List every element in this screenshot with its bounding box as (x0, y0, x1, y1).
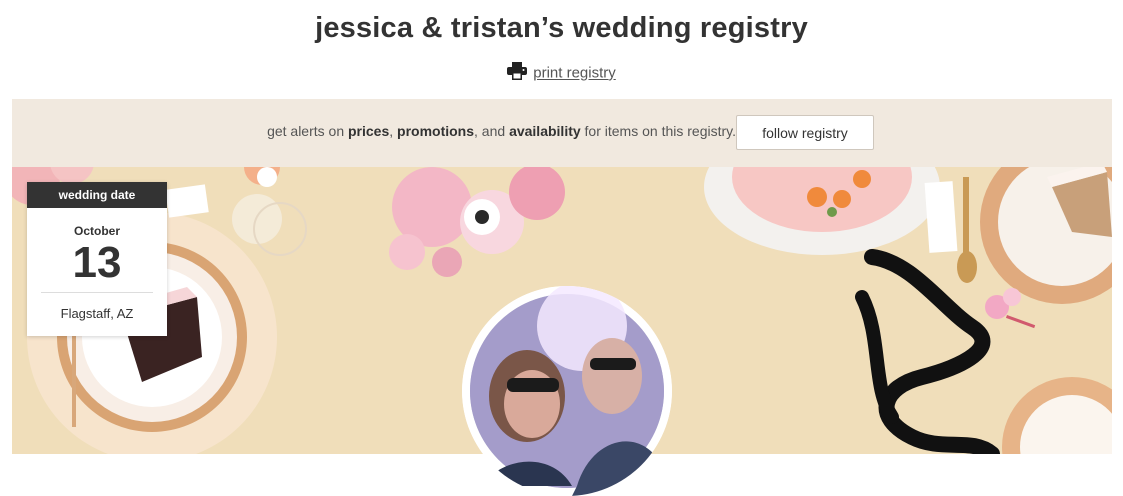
alert-text-part: , and (474, 123, 510, 139)
alert-promotions: promotions (397, 123, 475, 139)
alert-text-part: , (389, 123, 398, 139)
alert-prices: prices (348, 123, 390, 139)
wedding-date-card: wedding date October 13 Flagstaff, AZ (27, 182, 167, 336)
alert-availability: availability (509, 123, 581, 139)
wedding-month: October (73, 224, 120, 238)
alert-text-part: get alerts on (267, 123, 348, 139)
alert-text: get alerts on prices, promotions, and av… (12, 123, 736, 139)
page-title: jessica & tristan’s wedding registry (315, 12, 808, 44)
alert-bar: get alerts on prices, promotions, and av… (12, 99, 1112, 167)
print-registry-link[interactable]: print registry (533, 65, 616, 82)
follow-registry-button[interactable]: follow registry (736, 115, 874, 150)
card-divider (41, 292, 153, 293)
wedding-date-heading: wedding date (27, 182, 167, 208)
print-registry[interactable]: print registry (0, 62, 1123, 84)
wedding-location: Flagstaff, AZ (60, 306, 134, 321)
alert-text-part: for items on this registry. (580, 123, 736, 139)
wedding-day: 13 (72, 238, 122, 287)
couple-avatar (462, 286, 672, 496)
printer-icon[interactable] (507, 62, 528, 84)
couple-photo (462, 286, 672, 496)
